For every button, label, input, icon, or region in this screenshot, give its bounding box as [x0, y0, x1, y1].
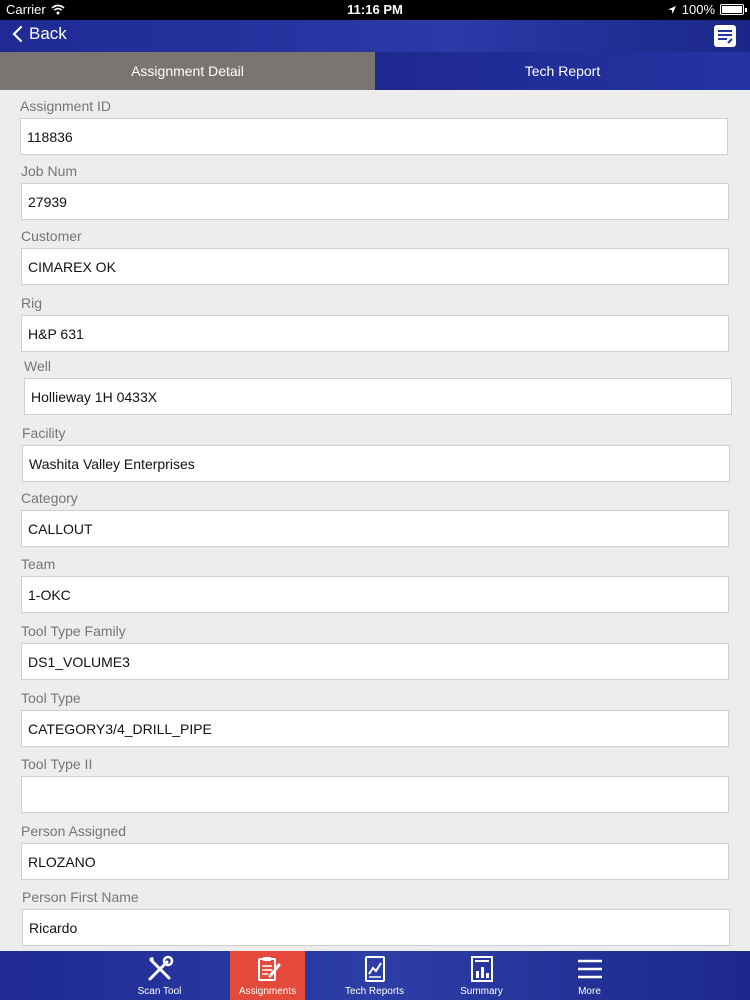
report-icon	[718, 30, 733, 44]
field-well: Well Hollieway 1H 0433X	[24, 358, 732, 415]
field-category: Category CALLOUT	[21, 490, 729, 547]
tool-type-family-input[interactable]: DS1_VOLUME3	[21, 643, 729, 680]
field-label: Tool Type	[21, 690, 81, 706]
field-facility: Facility Washita Valley Enterprises	[22, 425, 730, 482]
tabbar-label: Scan Tool	[137, 986, 182, 997]
field-tool-type-family: Tool Type Family DS1_VOLUME3	[21, 623, 729, 680]
person-first-name-input[interactable]: Ricardo	[22, 909, 730, 946]
status-right: 100%	[667, 2, 747, 17]
tab-assignment-detail[interactable]: Assignment Detail	[0, 52, 375, 90]
nav-bar: Back	[0, 20, 750, 52]
field-label: Tool Type Family	[21, 623, 126, 639]
field-tool-type-ii: Tool Type II	[21, 756, 729, 813]
clipboard-pencil-icon	[253, 954, 283, 984]
tab-tech-report[interactable]: Tech Report	[375, 52, 750, 90]
battery-icon	[720, 4, 747, 15]
field-assignment-id: Assignment ID 118836	[20, 98, 728, 155]
field-label: Rig	[21, 295, 43, 311]
summary-chart-icon	[467, 954, 497, 984]
field-customer: Customer CIMAREX OK	[21, 228, 729, 285]
location-arrow-icon	[667, 5, 676, 14]
field-label: Tool Type II	[21, 756, 93, 772]
person-assigned-input[interactable]: RLOZANO	[21, 843, 729, 880]
team-input[interactable]: 1-OKC	[21, 576, 729, 613]
field-label: Person First Name	[22, 889, 139, 905]
tool-type-ii-input[interactable]	[21, 776, 729, 813]
chevron-left-icon	[12, 25, 23, 43]
back-label: Back	[29, 24, 67, 43]
assignment-id-input[interactable]: 118836	[20, 118, 728, 155]
field-person-first-name: Person First Name Ricardo	[22, 889, 730, 946]
segment-tabs: Assignment Detail Tech Report	[0, 52, 750, 90]
field-label: Customer	[21, 228, 82, 244]
field-label: Assignment ID	[20, 98, 112, 114]
rig-input[interactable]: H&P 631	[21, 315, 729, 352]
tabbar-item-assignments[interactable]: Assignments	[230, 951, 305, 1000]
field-label: Facility	[22, 425, 66, 441]
tabbar-item-tech-reports[interactable]: Tech Reports	[337, 951, 412, 1000]
field-label: Well	[24, 358, 51, 374]
wrench-screwdriver-icon	[145, 954, 175, 984]
field-person-assigned: Person Assigned RLOZANO	[21, 823, 729, 880]
hamburger-icon	[575, 954, 605, 984]
field-label: Person Assigned	[21, 823, 127, 839]
field-tool-type: Tool Type CATEGORY3/4_DRILL_PIPE	[21, 690, 729, 747]
assignment-detail-form: Assignment ID 118836 Job Num 27939 Custo…	[0, 90, 750, 950]
back-button[interactable]: Back	[12, 24, 67, 44]
status-time: 11:16 PM	[347, 2, 403, 17]
tabbar-label: More	[578, 986, 601, 997]
report-button[interactable]	[714, 25, 736, 47]
battery-percent: 100%	[681, 2, 715, 17]
field-label: Category	[21, 490, 78, 506]
field-label: Job Num	[21, 163, 78, 179]
bottom-tab-bar: Scan Tool Assignments Tech Reports Summa…	[0, 951, 750, 1000]
tabbar-label: Summary	[460, 986, 503, 997]
tabbar-item-more[interactable]: More	[552, 951, 627, 1000]
tabbar-label: Assignments	[238, 986, 297, 997]
well-input[interactable]: Hollieway 1H 0433X	[24, 378, 732, 415]
tabbar-item-scan-tool[interactable]: Scan Tool	[122, 951, 197, 1000]
customer-input[interactable]: CIMAREX OK	[21, 248, 729, 285]
job-num-input[interactable]: 27939	[21, 183, 729, 220]
tabbar-label: Tech Reports	[345, 986, 404, 997]
chart-document-icon	[360, 954, 390, 984]
status-bar: Carrier 11:16 PM 100%	[0, 0, 750, 20]
category-input[interactable]: CALLOUT	[21, 510, 729, 547]
field-job-num: Job Num 27939	[21, 163, 729, 220]
field-team: Team 1-OKC	[21, 556, 729, 613]
field-rig: Rig H&P 631	[21, 295, 729, 352]
facility-input[interactable]: Washita Valley Enterprises	[22, 445, 730, 482]
tool-type-input[interactable]: CATEGORY3/4_DRILL_PIPE	[21, 710, 729, 747]
tabbar-item-summary[interactable]: Summary	[444, 951, 519, 1000]
field-label: Team	[21, 556, 56, 572]
